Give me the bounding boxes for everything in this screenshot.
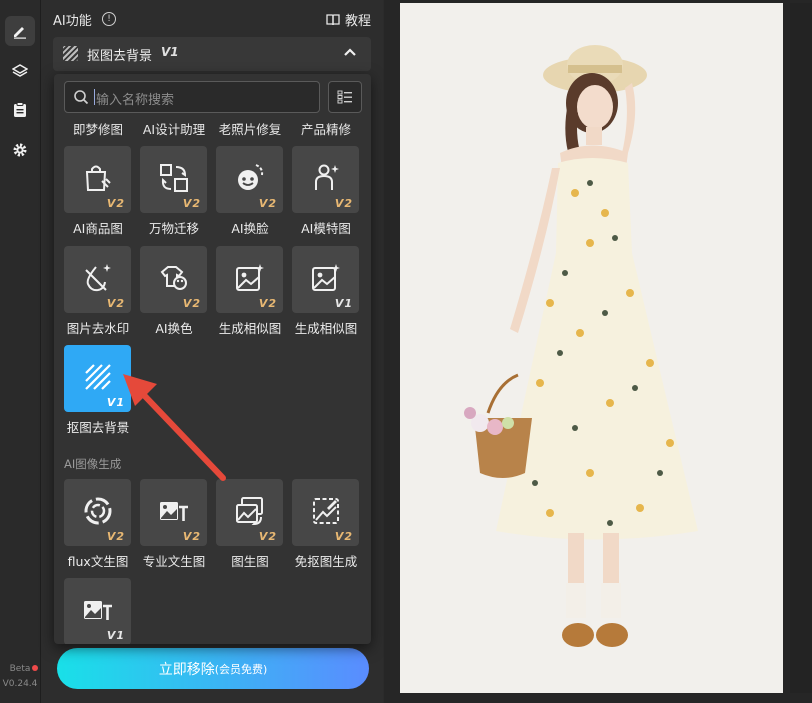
canvas-area <box>384 0 812 703</box>
tool-tile-transfer[interactable]: V2 <box>140 146 207 213</box>
tool-label: 万物迁移 <box>148 221 199 236</box>
tool-label: AI商品图 <box>73 221 123 236</box>
tool-label: AI模特图 <box>301 221 351 236</box>
face-swap-icon <box>238 164 264 190</box>
version-badge: V2 <box>106 297 125 310</box>
tool-label: AI换色 <box>155 321 193 336</box>
gear-icon <box>13 143 27 157</box>
model-photo-illustration <box>400 3 783 693</box>
version-badge: V1 <box>106 629 125 642</box>
document-icon <box>14 102 26 117</box>
remove-background-icon <box>85 364 111 390</box>
recolor-icon <box>160 266 187 290</box>
member-free-label: (会员免费) <box>214 662 268 676</box>
version-badge: V2 <box>182 297 201 310</box>
no-cutout-icon <box>313 498 339 524</box>
text-to-image-icon <box>160 502 188 521</box>
tool-label-jimeng[interactable]: 即梦修图 <box>58 119 138 138</box>
version-badge: V2 <box>334 197 353 210</box>
version-badge: V2 <box>258 297 277 310</box>
update-dot <box>32 665 38 671</box>
version-badge: V2 <box>182 197 201 210</box>
remove-watermark-icon <box>85 264 111 292</box>
search-input[interactable]: 输入名称搜索 <box>64 81 320 113</box>
flux-icon <box>84 497 112 525</box>
shopping-bag-icon <box>85 165 111 191</box>
tool-tile-product-image[interactable]: V2 <box>64 146 131 213</box>
panel-title: AI功能 <box>53 14 92 29</box>
tool-tile-ai-model[interactable]: V2 <box>292 146 359 213</box>
edit-tool-button[interactable] <box>5 16 35 46</box>
tool-tile-remove-watermark[interactable]: V2 <box>64 246 131 313</box>
tool-label: AI换脸 <box>231 221 269 236</box>
section-title: 抠图去背景 <box>87 49 153 64</box>
canvas-edge <box>790 3 812 693</box>
tool-label: 图生图 <box>231 554 269 569</box>
text-to-image-icon <box>84 601 112 620</box>
version-badge: V2 <box>258 197 277 210</box>
tool-label-old-photo[interactable]: 老照片修复 <box>210 119 290 138</box>
transfer-icon <box>160 164 188 192</box>
tool-tile-no-cutout[interactable]: V2 <box>292 479 359 546</box>
tool-label: 生成相似图 <box>294 321 358 336</box>
search-placeholder: 输入名称搜索 <box>96 93 175 108</box>
tool-rail: Beta V0.24.4 <box>0 0 41 703</box>
remove-now-button[interactable]: 立即移除 (会员免费) <box>57 648 369 689</box>
settings-tool-button[interactable] <box>5 135 35 165</box>
text-cursor <box>94 89 95 105</box>
similar-image-icon <box>236 264 264 291</box>
section-version: V1 <box>161 45 179 59</box>
tool-label-product-retouch[interactable]: 产品精修 <box>286 119 366 138</box>
info-icon[interactable]: ! <box>102 12 116 26</box>
model-icon <box>315 164 339 190</box>
feature-dropdown: 输入名称搜索 即梦修图 AI设计助理 老照片修复 产品精修 V2 V2 V2 V… <box>54 74 371 644</box>
version-badge: V2 <box>334 530 353 543</box>
tool-label: 生成相似图 <box>218 321 282 336</box>
history-tool-button[interactable] <box>5 95 35 125</box>
tool-label: 免抠图生成 <box>294 554 358 569</box>
similar-image-icon <box>312 264 340 291</box>
category-image-generation: AI图像生成 <box>64 457 122 471</box>
layers-icon <box>12 64 28 77</box>
top-row-labels: 即梦修图 AI设计助理 老照片修复 产品精修 <box>54 119 371 137</box>
tool-label: 专业文生图 <box>142 554 206 569</box>
chevron-up-icon[interactable] <box>343 45 357 59</box>
tool-label: 图片去水印 <box>66 321 130 336</box>
tool-tile-text-to-image-v1[interactable]: V1 <box>64 578 131 644</box>
version-label: V0.24.4 <box>2 679 38 689</box>
remove-now-label: 立即移除 <box>158 661 215 678</box>
tool-label-design-assistant[interactable]: AI设计助理 <box>134 119 214 138</box>
image-to-image-icon <box>236 497 263 526</box>
remove-background-icon <box>63 46 78 61</box>
version-badge: V1 <box>334 297 353 310</box>
version-badge: V2 <box>258 530 277 543</box>
version-badge: V2 <box>106 530 125 543</box>
tutorial-link[interactable]: 教程 <box>326 10 371 29</box>
version-badge: V2 <box>182 530 201 543</box>
tutorial-label: 教程 <box>344 14 371 29</box>
section-header-remove-background[interactable]: 抠图去背景 V1 <box>53 37 371 71</box>
pencil-icon <box>14 27 26 39</box>
list-icon <box>337 90 352 104</box>
list-view-button[interactable] <box>328 81 362 113</box>
tool-label: flux文生图 <box>67 554 129 569</box>
annotation-arrow <box>123 374 226 481</box>
book-icon <box>326 13 340 25</box>
product-photo[interactable] <box>400 3 783 693</box>
version-badge: V2 <box>106 197 125 210</box>
tool-tile-face-swap[interactable]: V2 <box>216 146 283 213</box>
tool-tile-recolor[interactable]: V2 <box>140 246 207 313</box>
layers-tool-button[interactable] <box>5 56 35 86</box>
tool-tile-similar-image-v2[interactable]: V2 <box>216 246 283 313</box>
search-icon <box>74 90 89 105</box>
tool-tile-similar-image-v1[interactable]: V1 <box>292 246 359 313</box>
